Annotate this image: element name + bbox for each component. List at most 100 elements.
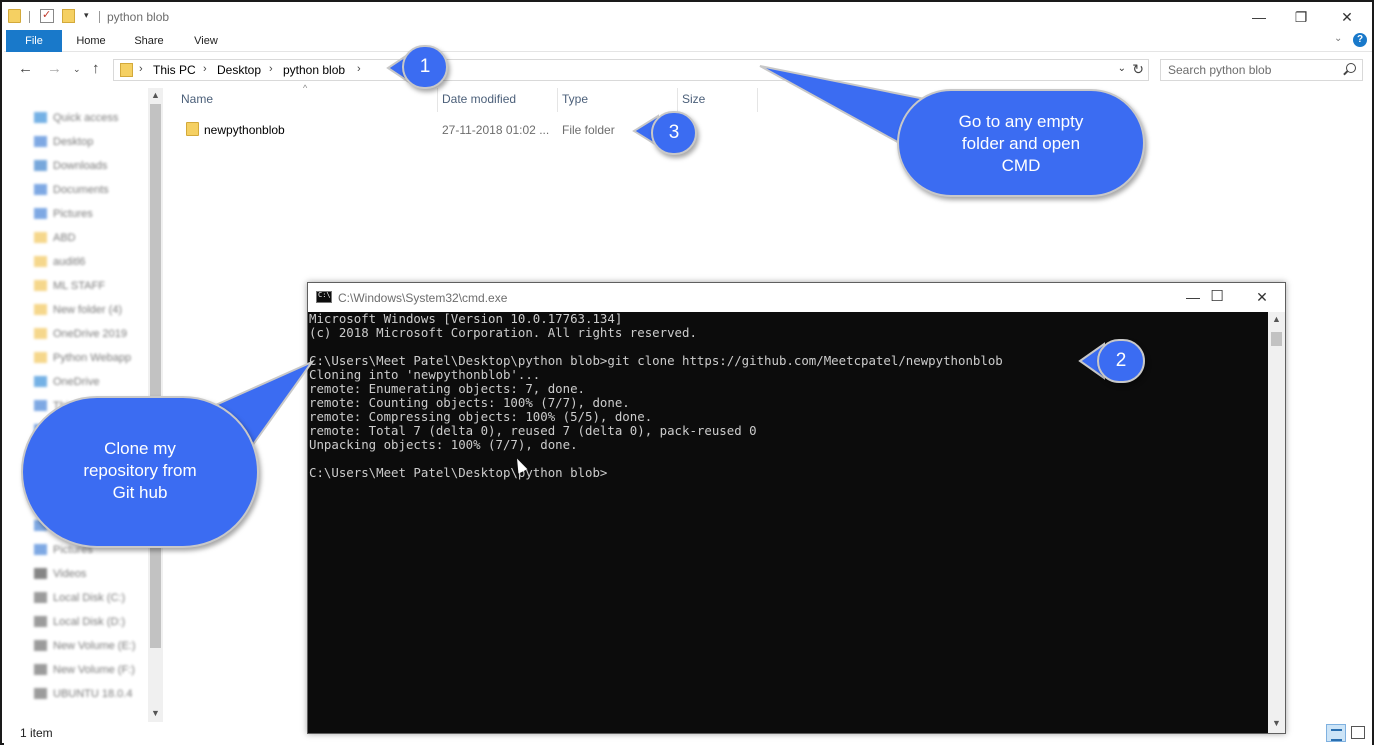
column-header-date[interactable]: Date modified: [442, 92, 516, 112]
nav-item[interactable]: Local Disk (C:): [34, 590, 125, 604]
minimize-button[interactable]: —: [1236, 4, 1282, 30]
chevron-down-icon[interactable]: ⌄: [1118, 63, 1126, 74]
nav-item-label: Documents: [53, 183, 109, 196]
nav-item[interactable]: auditl6: [34, 254, 85, 268]
console-line: Unpacking objects: 100% (7/7), done.: [309, 437, 578, 452]
scroll-down-icon[interactable]: ▼: [1272, 718, 1281, 728]
cmd-maximize-button[interactable]: ☐: [1194, 283, 1240, 312]
address-bar[interactable]: › This PC › Desktop › python blob › ⌄ ↻: [113, 59, 1149, 81]
nav-item[interactable]: New Volume (F:): [34, 662, 135, 676]
nav-item[interactable]: Quick access: [34, 110, 118, 124]
step-number: 2: [1115, 350, 1127, 371]
nav-item[interactable]: OneDrive: [34, 374, 99, 388]
forward-arrow-icon[interactable]: →: [47, 60, 62, 77]
chevron-down-icon[interactable]: ▾: [84, 10, 89, 21]
nav-item-icon: [34, 232, 47, 244]
help-icon[interactable]: ?: [1353, 33, 1367, 47]
breadcrumb-python-blob[interactable]: python blob: [283, 63, 345, 77]
nav-item[interactable]: Documents: [34, 182, 109, 196]
back-arrow-icon[interactable]: ←: [18, 60, 33, 77]
restore-button[interactable]: ❐: [1278, 4, 1324, 30]
folder-icon[interactable]: [186, 122, 199, 136]
callout-text-line: Go to any empty: [958, 112, 1084, 131]
nav-item[interactable]: Videos: [34, 566, 86, 580]
nav-item[interactable]: Pictures: [34, 206, 93, 220]
callout-clone-repository: Clone my repository from Git hub: [21, 396, 259, 548]
column-divider[interactable]: [557, 88, 558, 112]
chevron-right-icon[interactable]: ›: [203, 63, 207, 75]
scroll-up-icon[interactable]: ▲: [151, 90, 160, 100]
nav-item-icon: [34, 112, 47, 124]
scroll-thumb[interactable]: [150, 104, 161, 648]
callout-step-1: 1: [402, 45, 448, 89]
column-divider[interactable]: [677, 88, 678, 112]
column-header-name[interactable]: Name: [181, 92, 213, 112]
nav-item-label: Videos: [53, 567, 87, 580]
nav-item[interactable]: OneDrive 2019: [34, 326, 127, 340]
folder-icon: [120, 63, 133, 77]
nav-item[interactable]: ML STAFF: [34, 278, 105, 292]
chevron-right-icon[interactable]: ›: [357, 63, 361, 75]
nav-item-icon: [34, 544, 47, 556]
chevron-right-icon[interactable]: ›: [269, 63, 273, 75]
new-folder-icon[interactable]: [62, 9, 75, 23]
tab-view[interactable]: View: [186, 30, 226, 52]
nav-item-icon: [34, 208, 47, 220]
column-divider[interactable]: [757, 88, 758, 112]
column-header-size[interactable]: Size: [682, 92, 705, 112]
file-date: 27-11-2018 01:02 ...: [442, 123, 550, 137]
nav-item-icon: [34, 376, 47, 388]
console-line: Microsoft Windows [Version 10.0.17763.13…: [309, 311, 623, 326]
cmd-scrollbar[interactable]: ▲ ▼: [1268, 312, 1285, 733]
properties-icon[interactable]: [40, 8, 54, 23]
cmd-close-button[interactable]: ✕: [1239, 283, 1285, 312]
breadcrumb-desktop[interactable]: Desktop: [217, 63, 261, 77]
tab-home[interactable]: Home: [70, 30, 112, 52]
nav-item[interactable]: Downloads: [34, 158, 107, 172]
column-header-type[interactable]: Type: [562, 92, 588, 112]
ribbon-tabs: File Home Share View ⌄ ?: [4, 30, 1372, 52]
scroll-thumb[interactable]: [1271, 332, 1282, 346]
cmd-icon: [316, 291, 332, 303]
details-view-icon[interactable]: [1326, 724, 1346, 742]
search-placeholder: Search python blob: [1168, 63, 1272, 77]
nav-item-icon: [34, 400, 47, 412]
file-name[interactable]: newpythonblob: [204, 123, 285, 137]
refresh-icon[interactable]: ↻: [1132, 61, 1144, 78]
nav-item-icon: [34, 160, 47, 172]
callout-text-line: folder and open: [961, 134, 1081, 153]
callout-text-line: Clone my: [104, 439, 176, 458]
expand-ribbon-icon[interactable]: ⌄: [1334, 33, 1342, 44]
nav-item[interactable]: UBUNTU 18.0.4: [34, 686, 132, 700]
nav-item[interactable]: Desktop: [34, 134, 93, 148]
nav-item-label: auditl6: [53, 255, 86, 268]
column-divider[interactable]: [437, 88, 438, 112]
scroll-up-icon[interactable]: ▲: [1272, 314, 1281, 324]
console-line: remote: Total 7 (delta 0), reused 7 (del…: [309, 423, 757, 438]
console-line: C:\Users\Meet Patel\Desktop\python blob>: [309, 465, 608, 480]
nav-item-icon: [34, 328, 47, 340]
nav-item[interactable]: Python Webapp: [34, 350, 131, 364]
search-icon[interactable]: [1346, 63, 1356, 73]
nav-item-label: New folder (4): [53, 303, 123, 316]
nav-item[interactable]: ABD: [34, 230, 76, 244]
chevron-right-icon[interactable]: ›: [139, 63, 143, 75]
recent-locations-icon[interactable]: ⌄: [73, 64, 81, 75]
nav-item[interactable]: New folder (4): [34, 302, 122, 316]
close-button[interactable]: ✕: [1324, 4, 1370, 30]
up-arrow-icon[interactable]: ↑: [92, 60, 100, 77]
search-input[interactable]: Search python blob: [1160, 59, 1363, 81]
breadcrumb-this-pc[interactable]: This PC: [153, 63, 196, 77]
tab-file[interactable]: File: [6, 30, 62, 52]
large-icons-view-icon[interactable]: [1351, 726, 1365, 739]
nav-item[interactable]: New Volume (E:): [34, 638, 136, 652]
tab-share[interactable]: Share: [128, 30, 170, 52]
title-bar: ▾ python blob — ❐ ✕: [4, 4, 1372, 30]
nav-item[interactable]: Local Disk (D:): [34, 614, 125, 628]
nav-item-label: ABD: [53, 231, 76, 244]
nav-item-label: Python Webapp: [53, 351, 132, 364]
console-line: (c) 2018 Microsoft Corporation. All righ…: [309, 325, 697, 340]
scroll-down-icon[interactable]: ▼: [151, 708, 160, 718]
divider: [99, 11, 100, 23]
nav-item-icon: [34, 304, 47, 316]
